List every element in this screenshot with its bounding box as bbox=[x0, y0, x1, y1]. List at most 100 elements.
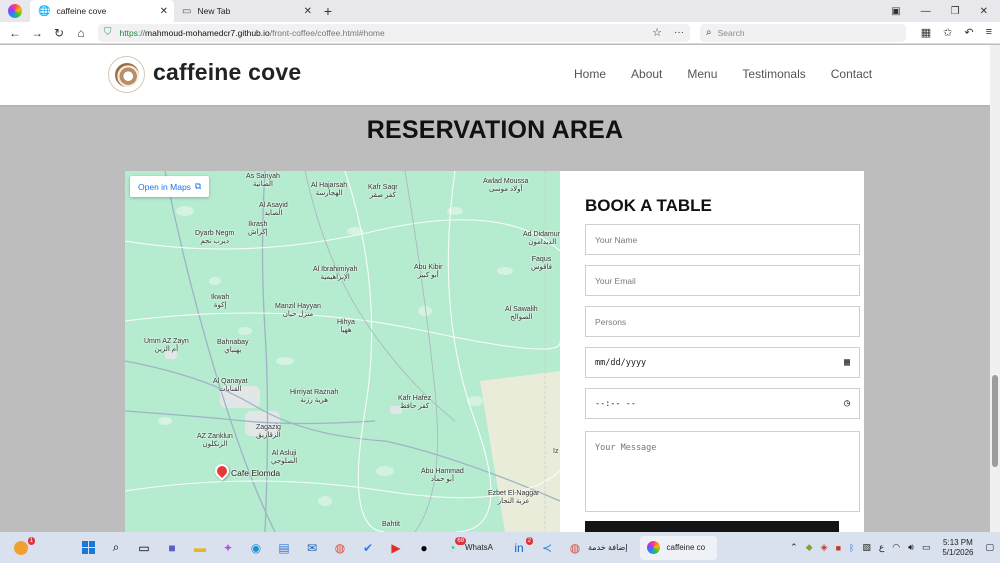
message-placeholder: Your Message bbox=[595, 443, 657, 453]
browser-logo-icon[interactable] bbox=[0, 0, 30, 22]
chevron-up-icon[interactable]: ⌃ bbox=[790, 542, 798, 553]
file-explorer-icon[interactable]: ▬ bbox=[189, 537, 211, 559]
map-pin-label[interactable]: Cafe Elomda bbox=[231, 468, 280, 478]
tray-app-icon[interactable]: ◈ bbox=[821, 542, 828, 553]
clock[interactable]: 5:13 PM 5/1/2026 bbox=[938, 538, 977, 558]
history-icon[interactable]: ↶ bbox=[964, 26, 973, 39]
minimize-icon[interactable]: — bbox=[921, 6, 931, 17]
weather-widget-icon[interactable]: 1 bbox=[10, 536, 35, 559]
back-icon[interactable]: ← bbox=[4, 26, 26, 40]
volume-icon[interactable]: 🔊︎ bbox=[908, 542, 914, 553]
window-controls: ▣ — ❐ ✕ bbox=[891, 0, 1000, 22]
todo-icon[interactable]: ✔ bbox=[357, 537, 379, 559]
nav-testimonals[interactable]: Testimonals bbox=[742, 67, 805, 81]
start-icon[interactable] bbox=[77, 537, 99, 559]
map-place-label: AZ Zanklun الزنكلون bbox=[197, 433, 233, 448]
close-tab-icon[interactable]: ✕ bbox=[304, 6, 312, 17]
persons-field[interactable]: Persons bbox=[585, 306, 860, 337]
tray-app-icon[interactable]: ▧ bbox=[862, 542, 871, 553]
language-indicator[interactable]: ع bbox=[879, 542, 884, 553]
map-place-label: Kafr Hafez كفر حافظ bbox=[398, 395, 432, 410]
chrome-icon[interactable]: ◍ bbox=[329, 537, 351, 559]
taskbar-item-whatsapp[interactable]: ◔ 69 WhatsA bbox=[438, 536, 505, 560]
wifi-icon[interactable]: ◠ bbox=[892, 542, 900, 553]
battery-icon[interactable]: ▭ bbox=[922, 542, 931, 553]
bluetooth-icon[interactable]: ᛒ bbox=[849, 543, 854, 553]
map-place-label: Kafr Saqr كفر صقر bbox=[368, 184, 398, 199]
bookmark-star-icon[interactable]: ☆ bbox=[652, 26, 662, 39]
system-tray: ⌃ ◆ ◈ ■ ᛒ ▧ ع ◠ 🔊︎ ▭ 5:13 PM 5/1/2026 ▢ bbox=[790, 538, 1000, 558]
home-icon[interactable]: ⌂ bbox=[70, 26, 92, 40]
time-value: --:-- -- bbox=[595, 398, 636, 409]
email-field[interactable]: Your Email bbox=[585, 265, 860, 296]
linkedin-icon[interactable]: in 2 bbox=[508, 536, 534, 559]
clock-icon[interactable]: ◷ bbox=[844, 398, 850, 409]
brand-name[interactable]: caffeine cove bbox=[153, 59, 301, 86]
taskbar-item-add-service[interactable]: ◍ إضافة خدمة bbox=[561, 536, 640, 560]
nav-home[interactable]: Home bbox=[574, 67, 606, 81]
map-place-label: Bahtit bbox=[382, 521, 400, 528]
windows-taskbar: 1 ⌕ ▭ ■ ▬ ✦ ◉ ▤ ✉ ◍ ✔ ▶ ● ◔ 69 WhatsA in 2… bbox=[0, 532, 1000, 563]
clock-date: 5/1/2026 bbox=[942, 547, 974, 557]
restore-icon[interactable]: ❐ bbox=[951, 6, 960, 17]
map-place-label: Hirriyat Raznah هرية رزنة bbox=[290, 389, 339, 404]
map-place-label: Zagazig الزقازيق bbox=[256, 424, 281, 439]
search-input[interactable]: ⌕ Search bbox=[700, 23, 906, 42]
message-field[interactable]: Your Message bbox=[585, 431, 860, 512]
menu-icon[interactable]: ≡ bbox=[986, 26, 992, 39]
date-value: mm/dd/yyyy bbox=[595, 357, 647, 368]
notifications-icon[interactable]: ▢ bbox=[985, 542, 994, 553]
tab-list-icon[interactable]: ▣ bbox=[891, 6, 900, 17]
nav-about[interactable]: About bbox=[631, 67, 662, 81]
coffee-logo-icon[interactable] bbox=[108, 56, 145, 93]
close-window-icon[interactable]: ✕ bbox=[980, 6, 988, 17]
github-icon[interactable]: ● bbox=[413, 537, 435, 559]
outlook-icon[interactable]: ✉ bbox=[301, 537, 323, 559]
vscode-icon[interactable]: ≺ bbox=[536, 537, 558, 559]
chrome-profile-icon: ◍ bbox=[569, 540, 581, 555]
add-service-label: إضافة خدمة bbox=[588, 543, 628, 552]
nav-contact[interactable]: Contact bbox=[831, 67, 872, 81]
map-place-label: Umm AZ Zayn أم الزين bbox=[144, 338, 189, 353]
map-background bbox=[125, 171, 560, 532]
map-place-label: Awlad Moussa أولاد موسى bbox=[483, 178, 529, 193]
globe-icon: 🌐 bbox=[38, 5, 51, 17]
tab-caffeine-cove[interactable]: 🌐 caffeine cove ✕ bbox=[30, 0, 174, 22]
edge-icon[interactable]: ◉ bbox=[245, 537, 267, 559]
favorites-icon[interactable]: ✩ bbox=[943, 26, 952, 39]
page-scrollbar[interactable] bbox=[990, 45, 1000, 532]
forward-icon[interactable]: → bbox=[26, 26, 48, 40]
teams-icon[interactable]: ■ bbox=[161, 537, 183, 559]
more-icon[interactable]: ··· bbox=[674, 27, 684, 38]
whatsapp-label: WhatsA bbox=[465, 543, 494, 552]
copilot-icon[interactable]: ✦ bbox=[217, 537, 239, 559]
browser-toolbar: ← → ↻ ⌂ ⛉ https://mahmoud-mohamedcr7.git… bbox=[0, 22, 1000, 44]
extensions-grid-icon[interactable]: ▦ bbox=[921, 26, 931, 39]
open-in-maps-button[interactable]: Open in Maps ⧉ bbox=[130, 176, 210, 197]
persons-placeholder: Persons bbox=[595, 316, 627, 327]
new-tab-button[interactable]: + bbox=[318, 0, 338, 22]
close-tab-icon[interactable]: ✕ bbox=[160, 6, 168, 17]
reload-icon[interactable]: ↻ bbox=[48, 26, 70, 40]
taskbar-item-caffeine[interactable]: caffeine co bbox=[639, 535, 718, 560]
nav-menu[interactable]: Menu bbox=[687, 67, 717, 81]
name-placeholder: Your Name bbox=[595, 234, 638, 245]
search-icon[interactable]: ⌕ bbox=[105, 537, 127, 559]
search-placeholder: Search bbox=[717, 27, 745, 38]
name-field[interactable]: Your Name bbox=[585, 224, 860, 255]
map-place-label: Al Hajarsah الهجارسة bbox=[311, 182, 348, 197]
date-field[interactable]: mm/dd/yyyy ▦ bbox=[585, 347, 860, 378]
address-bar[interactable]: ⛉ https://mahmoud-mohamedcr7.github.io/f… bbox=[98, 23, 690, 42]
tray-app-icon[interactable]: ■ bbox=[836, 543, 841, 553]
time-field[interactable]: --:-- -- ◷ bbox=[585, 388, 860, 419]
tab-new-tab[interactable]: ▭ New Tab ✕ bbox=[174, 0, 318, 22]
scrollbar-thumb[interactable] bbox=[992, 375, 998, 467]
calendar-icon[interactable]: ▦ bbox=[844, 357, 850, 368]
youtube-icon[interactable]: ▶ bbox=[385, 537, 407, 559]
tray-app-icon[interactable]: ◆ bbox=[806, 542, 813, 553]
embedded-map[interactable]: Open in Maps ⧉ As Sanyah الصانية Al Hajars… bbox=[125, 171, 560, 532]
tab-title: caffeine cove bbox=[56, 6, 107, 16]
store-icon[interactable]: ▤ bbox=[273, 537, 295, 559]
task-view-icon[interactable]: ▭ bbox=[133, 537, 155, 559]
url-host: mahmoud-mohamedcr7.github.io bbox=[145, 27, 270, 38]
